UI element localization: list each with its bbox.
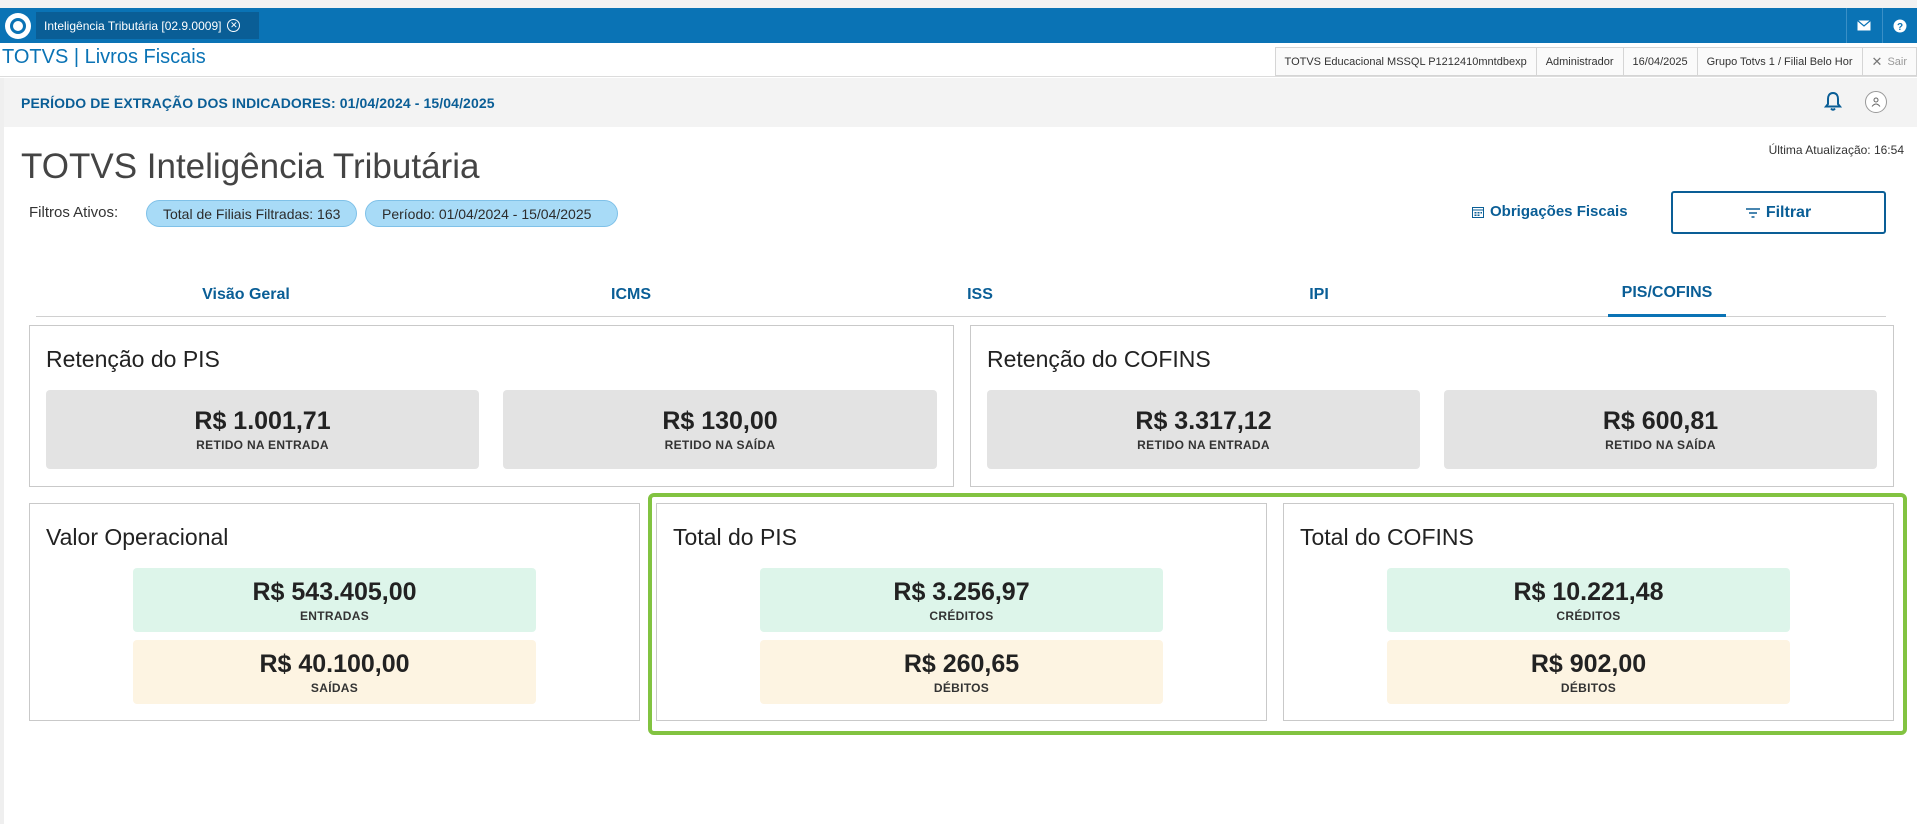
metric-retido-entrada: R$ 1.001,71 RETIDO NA ENTRADA — [46, 390, 479, 469]
bell-icon[interactable] — [1822, 90, 1844, 112]
period-text: PERÍODO DE EXTRAÇÃO DOS INDICADORES: 01/… — [21, 95, 495, 111]
user-avatar-icon[interactable] — [1865, 91, 1887, 113]
date-info[interactable]: 16/04/2025 — [1622, 47, 1697, 76]
metric-label: ENTRADAS — [299, 608, 370, 623]
card-title: Retenção do COFINS — [987, 346, 1211, 372]
logout-button[interactable]: ✕ Sair — [1861, 47, 1917, 76]
metric-label: RETIDO NA SAÍDA — [1605, 438, 1716, 452]
metric-label: RETIDO NA ENTRADA — [196, 438, 329, 452]
metric-retido-saida: R$ 600,81 RETIDO NA SAÍDA — [1444, 390, 1877, 469]
close-icon: ✕ — [1871, 53, 1883, 69]
app-tab[interactable]: Inteligência Tributária [02.9.0009] ✕ — [36, 12, 259, 39]
highlight-frame — [648, 493, 1907, 735]
filters-label: Filtros Ativos: — [29, 204, 119, 221]
tab-icms[interactable]: ICMS — [596, 272, 666, 317]
metric-label: SAÍDAS — [310, 680, 359, 695]
filter-chip-branches[interactable]: Total de Filiais Filtradas: 163 — [146, 200, 357, 227]
mail-icon[interactable] — [1846, 8, 1881, 43]
tab-visao-geral[interactable]: Visão Geral — [191, 272, 301, 317]
left-edge — [0, 78, 4, 824]
logout-label: Sair — [1887, 55, 1907, 68]
metric-entradas: R$ 543.405,00 ENTRADAS — [133, 568, 536, 632]
metric-label: RETIDO NA ENTRADA — [1137, 438, 1270, 452]
tab-pis-cofins[interactable]: PIS/COFINS — [1608, 272, 1726, 317]
metric-value: R$ 3.317,12 — [1135, 407, 1272, 435]
last-update: Última Atualização: 16:54 — [1768, 143, 1904, 157]
metric-retido-entrada: R$ 3.317,12 RETIDO NA ENTRADA — [987, 390, 1420, 469]
metric-label: RETIDO NA SAÍDA — [664, 438, 776, 452]
metric-value: R$ 1.001,71 — [194, 407, 331, 435]
metric-value: R$ 543.405,00 — [252, 577, 417, 606]
tab-ipi[interactable]: IPI — [1294, 272, 1344, 317]
metric-value: R$ 130,00 — [662, 407, 778, 435]
card-retencao-pis: Retenção do PIS R$ 1.001,71 RETIDO NA EN… — [29, 325, 954, 487]
help-icon[interactable]: ? — [1882, 8, 1917, 43]
filter-chip-period[interactable]: Período: 01/04/2024 - 15/04/2025 — [365, 200, 618, 227]
filter-icon — [1745, 207, 1760, 218]
metric-saidas: R$ 40.100,00 SAÍDAS — [133, 640, 536, 704]
svg-text:?: ? — [1897, 22, 1903, 33]
session-info: TOTVS Educacional MSSQL P1212410mntdbexp… — [1274, 47, 1917, 76]
branch-info[interactable]: Grupo Totvs 1 / Filial Belo Hor — [1696, 47, 1862, 76]
tab-bar: Visão Geral ICMS ISS IPI PIS/COFINS — [36, 272, 1886, 317]
calendar-icon — [1472, 206, 1484, 218]
filter-button[interactable]: Filtrar — [1671, 191, 1886, 234]
app-tab-title: Inteligência Tributária [02.9.0009] — [44, 18, 222, 33]
page-title: TOTVS Inteligência Tributária — [21, 147, 480, 186]
card-retencao-cofins: Retenção do COFINS R$ 3.317,12 RETIDO NA… — [970, 325, 1894, 487]
metric-value: R$ 600,81 — [1602, 407, 1719, 435]
user-info[interactable]: Administrador — [1535, 47, 1623, 76]
totvs-logo-icon[interactable] — [5, 13, 31, 39]
tab-iss[interactable]: ISS — [950, 272, 1010, 317]
product-title: TOTVS | Livros Fiscais — [2, 46, 206, 68]
close-icon[interactable]: ✕ — [227, 19, 241, 32]
filter-button-label: Filtrar — [1765, 203, 1812, 221]
card-title: Retenção do PIS — [46, 346, 220, 372]
metric-value: R$ 40.100,00 — [259, 649, 410, 678]
obligations-label: Obrigações Fiscais — [1490, 203, 1628, 220]
metric-retido-saida: R$ 130,00 RETIDO NA SAÍDA — [503, 390, 937, 469]
obligations-link[interactable]: Obrigações Fiscais — [1472, 203, 1628, 220]
card-title: Valor Operacional — [46, 524, 229, 550]
window-tab-bar — [0, 8, 1917, 43]
card-valor-operacional: Valor Operacional R$ 543.405,00 ENTRADAS… — [29, 503, 640, 721]
environment-info[interactable]: TOTVS Educacional MSSQL P1212410mntdbexp — [1274, 47, 1536, 76]
